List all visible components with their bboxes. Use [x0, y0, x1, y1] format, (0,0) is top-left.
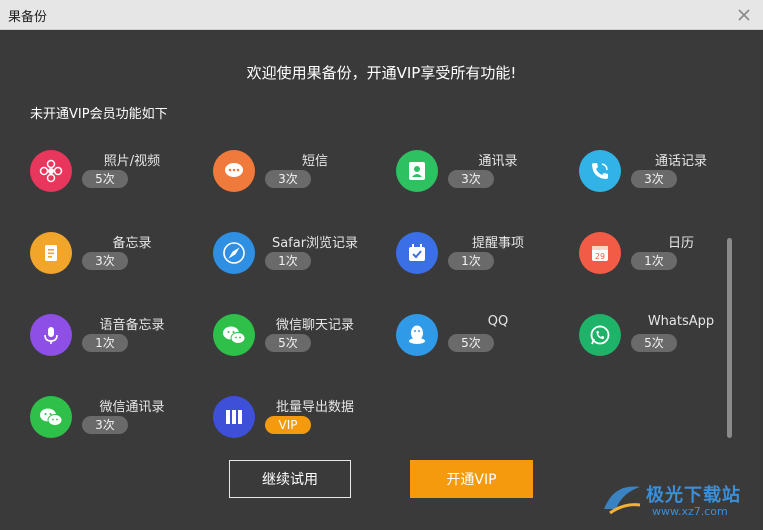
- feature-name: 批量导出数据: [275, 400, 354, 415]
- feature-sms: 短信 3次: [213, 150, 383, 196]
- feature-contacts: 通讯录 3次: [396, 150, 566, 196]
- scrollbar-thumb[interactable]: [727, 238, 732, 438]
- continue-trial-button[interactable]: 继续试用: [229, 460, 351, 498]
- watermark: 极光下载站 www.xz7.com: [600, 477, 760, 523]
- flower-icon: [30, 150, 72, 192]
- wechat-contacts-icon: [30, 396, 72, 438]
- feature-name: WhatsApp: [647, 314, 715, 329]
- feature-notes: 备忘录 3次: [30, 232, 200, 278]
- feature-list-subtitle: 未开通VIP会员功能如下: [30, 107, 168, 122]
- usage-badge: 5次: [448, 334, 494, 352]
- close-icon[interactable]: [733, 4, 755, 26]
- watermark-url: www.xz7.com: [652, 505, 728, 518]
- usage-badge: 3次: [265, 170, 311, 188]
- watermark-text: 极光下载站: [646, 485, 741, 506]
- activate-vip-button[interactable]: 开通VIP: [410, 460, 533, 498]
- feature-name: 照片/视频: [103, 154, 161, 169]
- wechat-icon: [213, 314, 255, 356]
- qq-icon: [396, 314, 438, 356]
- usage-badge: 1次: [631, 252, 677, 270]
- feature-voice-memos: 语音备忘录 1次: [30, 314, 200, 360]
- feature-name: QQ: [487, 314, 509, 329]
- feature-batch-export: 批量导出数据 VIP: [213, 396, 383, 442]
- usage-badge: 1次: [265, 252, 311, 270]
- feature-wechat-contacts: 微信通讯录 3次: [30, 396, 200, 442]
- microphone-icon: [30, 314, 72, 356]
- usage-badge: 5次: [82, 170, 128, 188]
- usage-badge: 1次: [82, 334, 128, 352]
- feature-name: 提醒事项: [471, 236, 524, 251]
- feature-wechat-chats: 微信聊天记录 5次: [213, 314, 383, 360]
- feature-qq: QQ 5次: [396, 314, 566, 360]
- feature-name: 微信通讯录: [99, 400, 165, 415]
- usage-badge: 5次: [631, 334, 677, 352]
- feature-photos: 照片/视频 5次: [30, 150, 200, 196]
- usage-badge: 3次: [82, 416, 128, 434]
- feature-calendar: 29 日历 1次: [579, 232, 749, 278]
- feature-reminders: 提醒事项 1次: [396, 232, 566, 278]
- calendar-icon: 29: [579, 232, 621, 274]
- feature-name: 日历: [667, 236, 694, 251]
- title-bar: 果备份: [0, 0, 763, 30]
- feature-name: 短信: [301, 154, 328, 169]
- dialog-headline: 欢迎使用果备份，开通VIP享受所有功能!: [246, 64, 517, 82]
- window-title: 果备份: [8, 10, 48, 25]
- phone-icon: [579, 150, 621, 192]
- contacts-icon: [396, 150, 438, 192]
- usage-badge: 5次: [265, 334, 311, 352]
- feature-name: 备忘录: [112, 236, 152, 251]
- feature-name: 通话记录: [654, 154, 707, 169]
- feature-name: Safar浏览记录: [271, 236, 359, 251]
- usage-badge: 3次: [448, 170, 494, 188]
- usage-badge: 3次: [631, 170, 677, 188]
- feature-whatsapp: WhatsApp 5次: [579, 314, 749, 360]
- vip-badge: VIP: [265, 416, 311, 434]
- feature-name: 语音备忘录: [99, 318, 165, 333]
- feature-call-log: 通话记录 3次: [579, 150, 749, 196]
- feature-name: 通讯录: [478, 154, 518, 169]
- reminder-icon: [396, 232, 438, 274]
- feature-name: 微信聊天记录: [275, 318, 354, 333]
- whatsapp-icon: [579, 314, 621, 356]
- watermark-logo-icon: [600, 479, 644, 523]
- usage-badge: 3次: [82, 252, 128, 270]
- compass-icon: [213, 232, 255, 274]
- notes-icon: [30, 232, 72, 274]
- export-icon: [213, 396, 255, 438]
- feature-safari-history: Safar浏览记录 1次: [213, 232, 383, 278]
- svg-text:29: 29: [595, 252, 605, 261]
- message-icon: [213, 150, 255, 192]
- dialog-panel: 欢迎使用果备份，开通VIP享受所有功能! 未开通VIP会员功能如下 照片/视频 …: [0, 30, 763, 530]
- usage-badge: 1次: [448, 252, 494, 270]
